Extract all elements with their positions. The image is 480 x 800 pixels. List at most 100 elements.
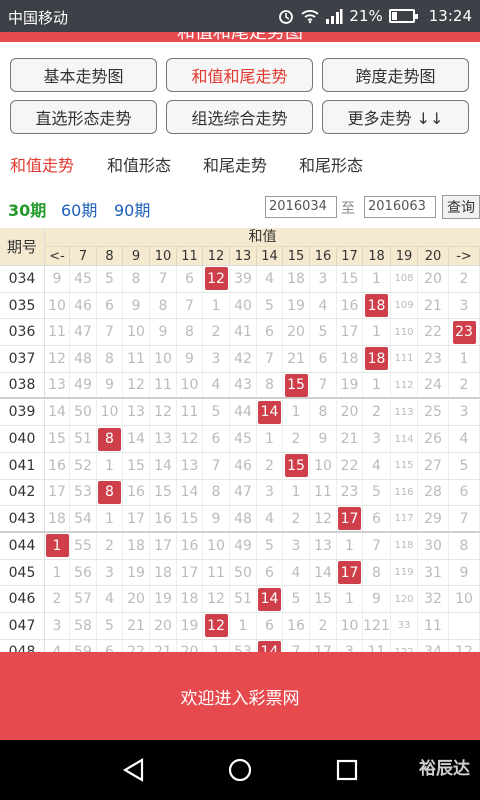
omission-cell: 1 — [283, 479, 310, 506]
omission-cell: 8 — [150, 292, 177, 319]
column-header: 8 — [97, 247, 123, 266]
omission-cell: 13 — [123, 399, 150, 426]
table-row: 0484596222120153147173111223412 — [0, 639, 480, 652]
hit-value: 14 — [258, 587, 281, 611]
more-trends-button[interactable]: 更多走势 ↓↓ — [322, 100, 469, 134]
omission-cell: 58 — [70, 613, 97, 639]
start-period-input[interactable]: 2016034 — [265, 196, 337, 218]
omission-cell: 4 — [363, 452, 391, 479]
omission-cell: 3 — [203, 346, 230, 372]
omission-cell: 12 — [310, 506, 337, 531]
omission-cell: 17 — [310, 639, 337, 652]
omission-cell: 11 — [45, 319, 70, 346]
omission-cell: 109 — [391, 292, 418, 319]
tab-sum-trend[interactable]: 和值走势 — [10, 152, 74, 176]
omission-cell: 49 — [230, 533, 257, 559]
omission-cell: 16 — [337, 292, 363, 319]
tab-sum-shape[interactable]: 和值形态 — [107, 152, 171, 176]
omission-cell: 51 — [70, 426, 97, 452]
page-title: 和值和尾走势图 — [0, 32, 480, 42]
omission-cell: 15 — [177, 506, 203, 531]
omission-cell: 10 — [150, 346, 177, 372]
back-icon[interactable] — [120, 757, 148, 783]
omission-cell: 18 — [177, 586, 203, 613]
omission-cell: 6 — [97, 639, 123, 652]
omission-cell: 15 — [337, 266, 363, 292]
omission-cell: 17 — [337, 319, 363, 346]
hit-value: 8 — [98, 427, 121, 451]
column-header: 13 — [230, 247, 257, 266]
hit-cell: 8 — [97, 479, 123, 506]
omission-cell: 12 — [449, 639, 480, 652]
column-header: 18 — [363, 247, 391, 266]
period-cell: 048 — [0, 639, 45, 652]
omission-cell: 10 — [310, 452, 337, 479]
hit-value: 15 — [284, 373, 308, 397]
hit-value: 15 — [284, 454, 308, 478]
period-60-button[interactable]: 60期 — [61, 197, 97, 221]
omission-cell: 6 — [449, 479, 480, 506]
omission-cell: 2 — [449, 266, 480, 292]
omission-cell: 1 — [363, 266, 391, 292]
omission-cell: 1 — [337, 586, 363, 613]
period-90-button[interactable]: 90期 — [114, 197, 150, 221]
omission-cell — [449, 613, 480, 639]
home-icon[interactable] — [226, 757, 254, 783]
period-cell: 042 — [0, 479, 45, 506]
omission-cell: 9 — [449, 559, 480, 586]
omission-cell: 25 — [418, 399, 449, 426]
omission-cell: 50 — [70, 399, 97, 426]
end-period-input[interactable]: 2016063 — [364, 196, 436, 218]
omission-cell: 10 — [177, 372, 203, 398]
tab-tail-shape[interactable]: 和尾形态 — [299, 152, 363, 176]
omission-cell: 5 — [97, 613, 123, 639]
omission-cell: 9 — [97, 372, 123, 398]
omission-cell: 20 — [177, 639, 203, 652]
omission-cell: 21 — [337, 426, 363, 452]
table-row: 043 18 54 1 17 16 15 9 48 4 2 12 17 6 117 29 7 — [0, 506, 480, 533]
tab-tail-trend[interactable]: 和尾走势 — [203, 152, 267, 176]
span-trend-button[interactable]: 跨度走势图 — [322, 58, 469, 92]
omission-cell: 45 — [70, 266, 97, 292]
column-header: 9 — [123, 247, 150, 266]
omission-cell: 21 — [283, 346, 310, 372]
period-cell: 036 — [0, 319, 45, 346]
omission-cell: 16 — [283, 613, 310, 639]
omission-cell: 1 — [230, 613, 257, 639]
omission-cell: 108 — [391, 266, 418, 292]
omission-cell: 12 — [150, 399, 177, 426]
direct-shape-trend-button[interactable]: 直选形态走势 — [10, 100, 157, 134]
range-separator: 至 — [341, 201, 355, 217]
omission-cell: 3 — [283, 533, 310, 559]
recent-apps-icon[interactable] — [333, 757, 361, 783]
table-row: 036 11 47 7 10 9 8 2 41 6 20 5 17 1 110 22 23 — [0, 319, 480, 347]
omission-cell: 47 — [70, 319, 97, 346]
omission-cell: 118 — [391, 533, 418, 559]
omission-cell: 7 — [203, 452, 230, 479]
column-header: -> — [449, 247, 480, 266]
hit-cell: 17 — [337, 506, 363, 531]
basic-trend-button[interactable]: 基本走势图 — [10, 58, 157, 92]
group-combined-trend-button[interactable]: 组选综合走势 — [166, 100, 313, 134]
status-right: 21% 13:24 — [277, 7, 472, 25]
welcome-banner[interactable]: 欢迎进入彩票网 — [0, 652, 480, 740]
period-30-button[interactable]: 30期 — [8, 197, 46, 221]
sum-tail-trend-button[interactable]: 和值和尾走势 — [166, 58, 313, 92]
omission-cell: 4 — [283, 559, 310, 586]
omission-cell: 17 — [45, 479, 70, 506]
omission-cell: 7 — [257, 346, 283, 372]
omission-cell: 49 — [70, 372, 97, 398]
omission-cell: 1 — [97, 452, 123, 479]
omission-cell: 9 — [177, 346, 203, 372]
omission-cell: 116 — [391, 479, 418, 506]
omission-cell: 10 — [45, 292, 70, 319]
omission-cell: 54 — [70, 506, 97, 531]
omission-cell: 18 — [45, 506, 70, 531]
omission-cell: 3 — [45, 613, 70, 639]
omission-cell: 8 — [363, 559, 391, 586]
omission-cell: 3 — [97, 559, 123, 586]
hit-value: 1 — [45, 534, 69, 558]
omission-cell: 122 — [391, 639, 418, 652]
query-button[interactable]: 查询 — [442, 195, 480, 219]
omission-cell: 20 — [337, 399, 363, 426]
